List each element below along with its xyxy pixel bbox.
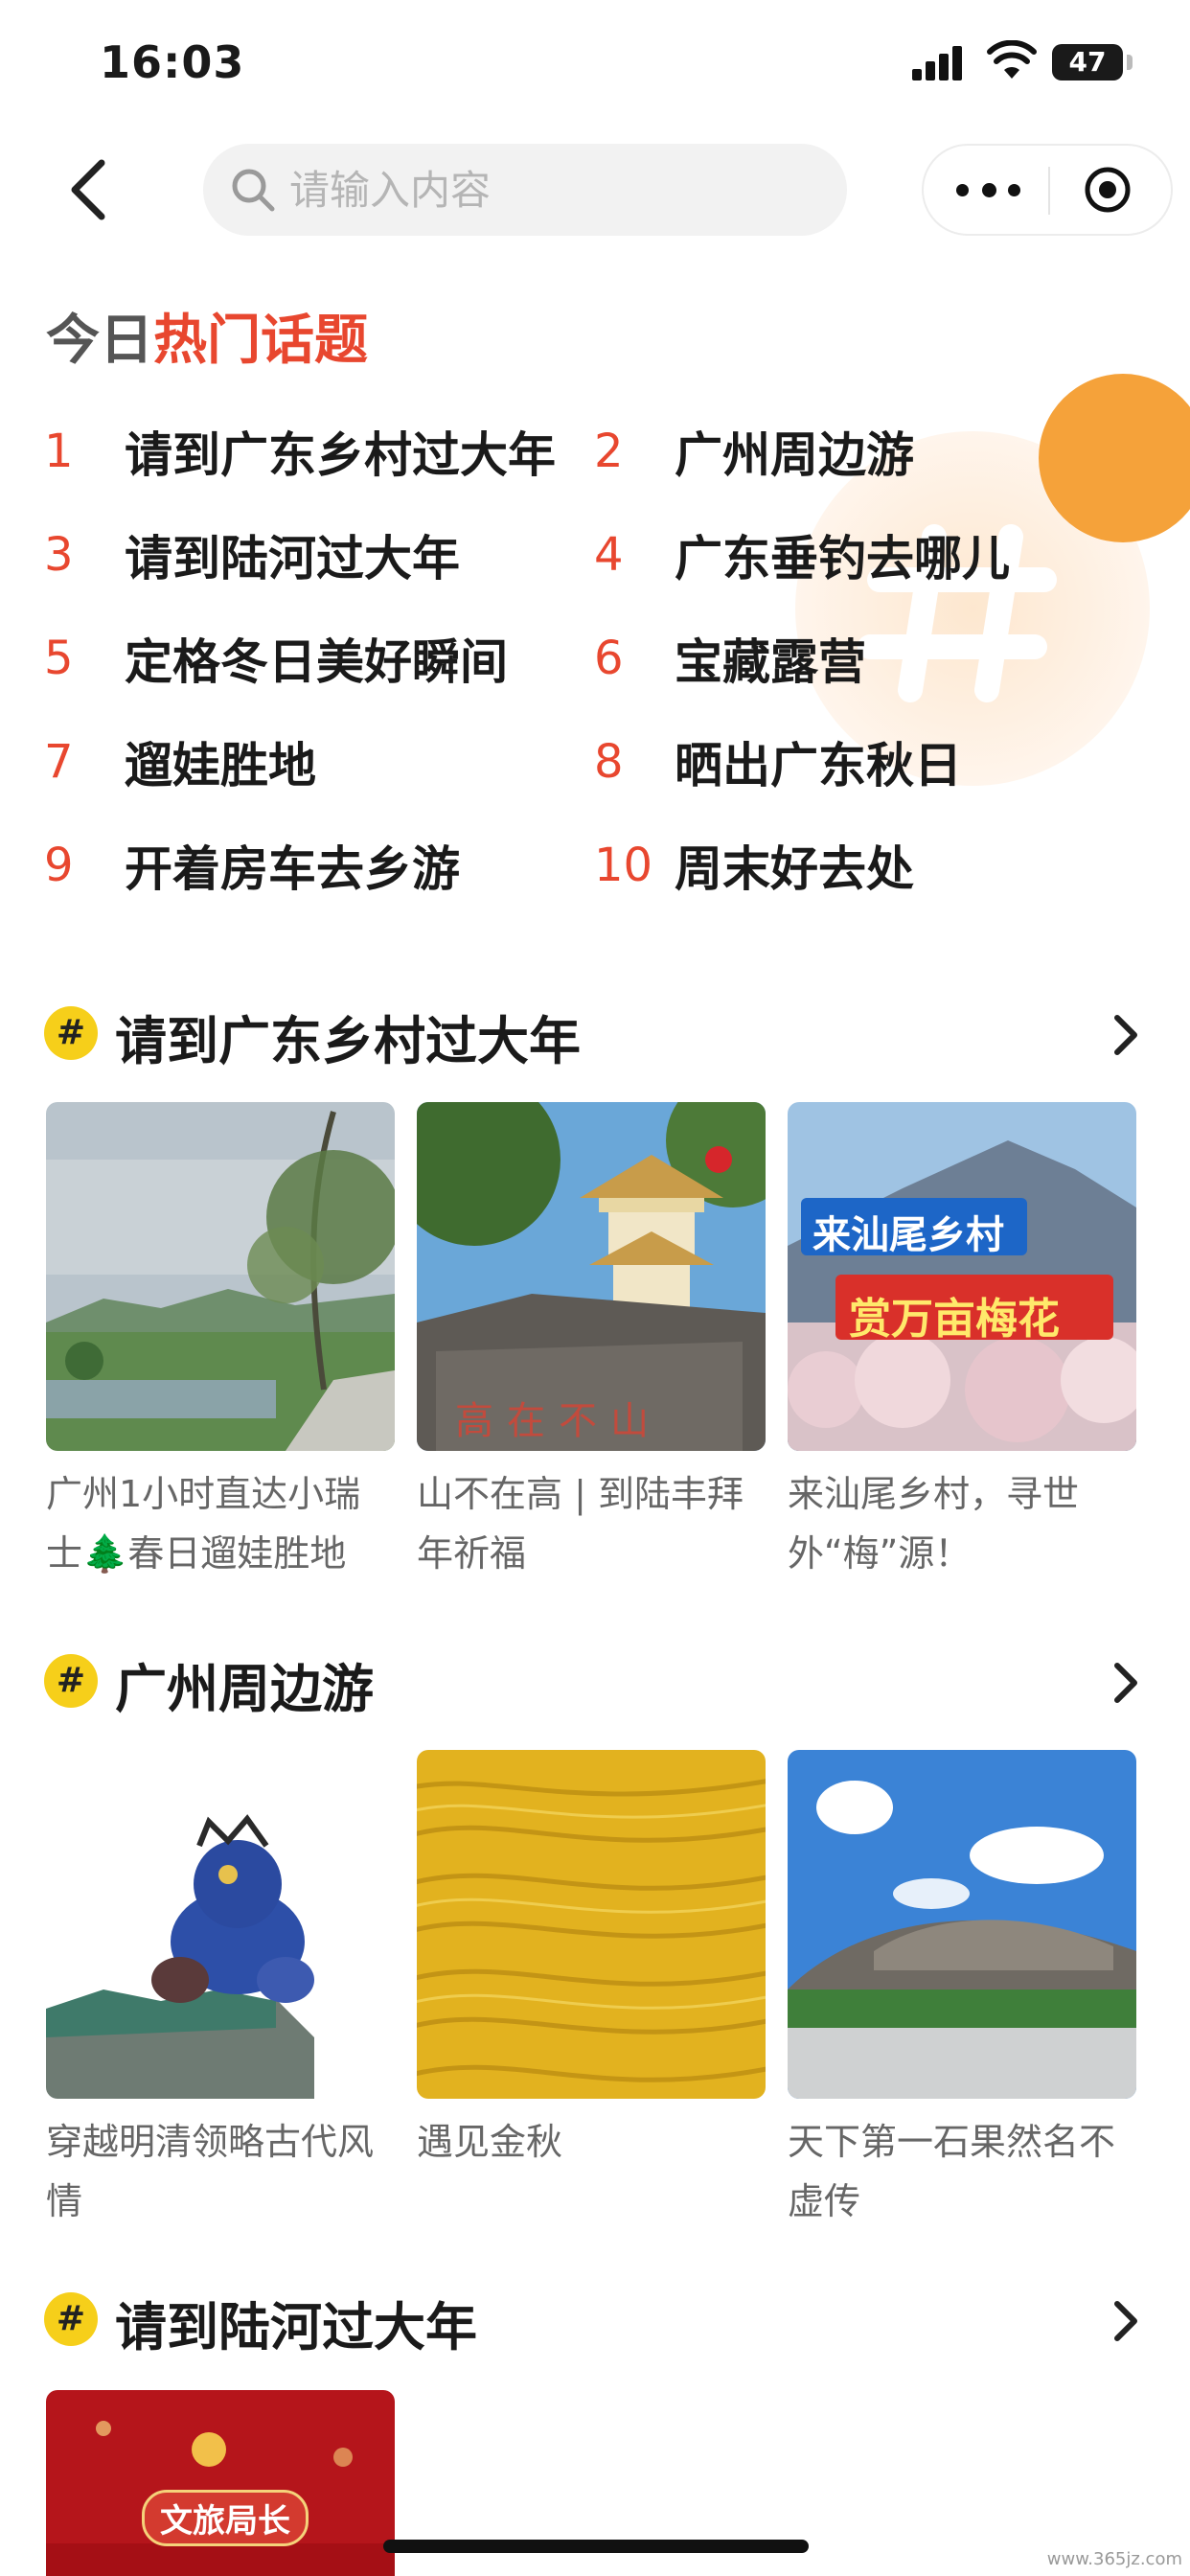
topic-card[interactable]: 穿越明清领略古代风情 — [46, 1750, 395, 2231]
poster-tag: 文旅局长 — [142, 2490, 309, 2546]
topic-card[interactable]: 遇见金秋 — [417, 1750, 766, 2172]
hot-topic-item[interactable]: 8 晒出广东秋日 — [594, 728, 962, 795]
topic-rank: 10 — [594, 839, 653, 892]
card-thumbnail[interactable]: 来汕尾乡村 赏万亩梅花 — [788, 1102, 1136, 1451]
hashtag-badge-icon: # — [44, 2292, 98, 2346]
card-thumbnail[interactable] — [788, 1750, 1136, 2099]
banner-line-2: 赏万亩梅花 — [849, 1295, 1060, 1344]
topic-rank: 4 — [594, 528, 624, 582]
hot-topic-item[interactable]: 9 开着房车去乡游 — [44, 832, 460, 899]
rock-inscription: 高在不山 — [455, 1399, 662, 1443]
card-caption: 来汕尾乡村，寻世外“梅”源！ — [788, 1473, 1080, 1575]
topic-label: 请到陆河过大年 — [125, 531, 460, 586]
search-input[interactable] — [289, 144, 826, 236]
topic-card[interactable]: 高在不山 山不在高 | 到陆丰拜年祈福 — [417, 1102, 766, 1583]
topic-label: 开着房车去乡游 — [125, 841, 460, 897]
home-indicator[interactable] — [383, 2540, 809, 2553]
banner-line-1: 来汕尾乡村 — [812, 1213, 1004, 1257]
hot-topic-item[interactable]: 10 周末好去处 — [594, 832, 914, 899]
hot-title-prefix: 今日 — [46, 310, 153, 372]
topic-label: 定格冬日美好瞬间 — [125, 634, 508, 690]
topic-card[interactable]: 天下第一石果然名不虚传 — [788, 1750, 1136, 2231]
section-header[interactable]: # 请到广东乡村过大年 — [44, 993, 1146, 1071]
status-bar: 16:03 47 — [0, 0, 1190, 134]
topic-rank: 1 — [44, 425, 74, 478]
card-thumbnail[interactable] — [417, 1750, 766, 2099]
section-header[interactable]: # 广州周边游 — [44, 1641, 1146, 1719]
battery-icon: 47 — [1052, 44, 1123, 80]
hot-topic-item[interactable]: 7 遛娃胜地 — [44, 728, 316, 795]
status-time: 16:03 — [100, 36, 245, 88]
wifi-icon — [987, 40, 1037, 79]
topic-label: 广州周边游 — [675, 427, 914, 483]
topic-rank: 8 — [594, 735, 624, 789]
hot-topic-item[interactable]: 5 定格冬日美好瞬间 — [44, 625, 508, 692]
topic-rank: 7 — [44, 735, 74, 789]
hot-topic-item[interactable]: 3 请到陆河过大年 — [44, 521, 460, 588]
chevron-right-icon[interactable] — [1110, 1012, 1142, 1058]
card-caption: 山不在高 | 到陆丰拜年祈福 — [417, 1473, 744, 1575]
hot-topic-item[interactable]: 2 广州周边游 — [594, 418, 914, 485]
chevron-right-icon[interactable] — [1110, 2298, 1142, 2344]
back-arrow-icon[interactable] — [59, 153, 117, 226]
card-caption: 遇见金秋 — [417, 2121, 563, 2163]
card-caption: 广州1小时直达小瑞士🌲春日遛娃胜地 — [46, 1473, 361, 1575]
topic-label: 晒出广东秋日 — [675, 738, 962, 794]
hot-topics-title: 今日热门话题 — [46, 297, 368, 375]
topic-card[interactable]: 来汕尾乡村 赏万亩梅花 来汕尾乡村，寻世外“梅”源！ — [788, 1102, 1136, 1583]
search-bar[interactable] — [203, 144, 847, 236]
more-options-icon[interactable] — [954, 169, 1023, 211]
hashtag-badge-icon: # — [44, 1006, 98, 1060]
topic-rank: 2 — [594, 425, 624, 478]
topic-rank: 3 — [44, 528, 74, 582]
section-title: 请到陆河过大年 — [115, 2297, 477, 2358]
topic-rank: 9 — [44, 839, 74, 892]
card-thumbnail[interactable]: 文旅局长 — [46, 2390, 395, 2576]
hot-title-accent: 热门话题 — [153, 310, 368, 372]
topic-label: 遛娃胜地 — [125, 738, 316, 794]
card-thumbnail[interactable]: 高在不山 — [417, 1102, 766, 1451]
topic-label: 宝藏露营 — [675, 634, 866, 690]
cellular-signal-icon — [912, 46, 970, 80]
card-thumbnail[interactable] — [46, 1102, 395, 1451]
topic-rank: 5 — [44, 632, 74, 685]
topic-label: 广东垂钓去哪儿 — [675, 531, 1010, 586]
hot-topic-item[interactable]: 6 宝藏露营 — [594, 625, 866, 692]
card-thumbnail[interactable] — [46, 1750, 395, 2099]
capsule-divider — [1048, 167, 1050, 215]
topic-card[interactable]: 文旅局长 — [46, 2390, 395, 2576]
search-icon — [232, 169, 275, 212]
watermark: www.365jz.com — [1046, 2549, 1182, 2569]
section-title: 请到广东乡村过大年 — [115, 1011, 581, 1071]
close-miniprogram-icon[interactable] — [1083, 165, 1133, 215]
hashtag-badge-icon: # — [44, 1654, 98, 1708]
topic-label: 请到广东乡村过大年 — [125, 427, 556, 483]
battery-tip — [1127, 55, 1133, 70]
card-caption: 天下第一石果然名不虚传 — [788, 2121, 1116, 2222]
topic-rank: 6 — [594, 632, 624, 685]
chevron-right-icon[interactable] — [1110, 1660, 1142, 1706]
hot-topic-item[interactable]: 1 请到广东乡村过大年 — [44, 418, 556, 485]
section-header[interactable]: # 请到陆河过大年 — [44, 2279, 1146, 2358]
topic-card[interactable]: 广州1小时直达小瑞士🌲春日遛娃胜地 — [46, 1102, 395, 1583]
card-caption: 穿越明清领略古代风情 — [46, 2121, 375, 2222]
miniprogram-capsule — [922, 144, 1173, 236]
topic-label: 周末好去处 — [675, 841, 914, 897]
hot-topic-item[interactable]: 4 广东垂钓去哪儿 — [594, 521, 1010, 588]
section-title: 广州周边游 — [115, 1659, 374, 1719]
